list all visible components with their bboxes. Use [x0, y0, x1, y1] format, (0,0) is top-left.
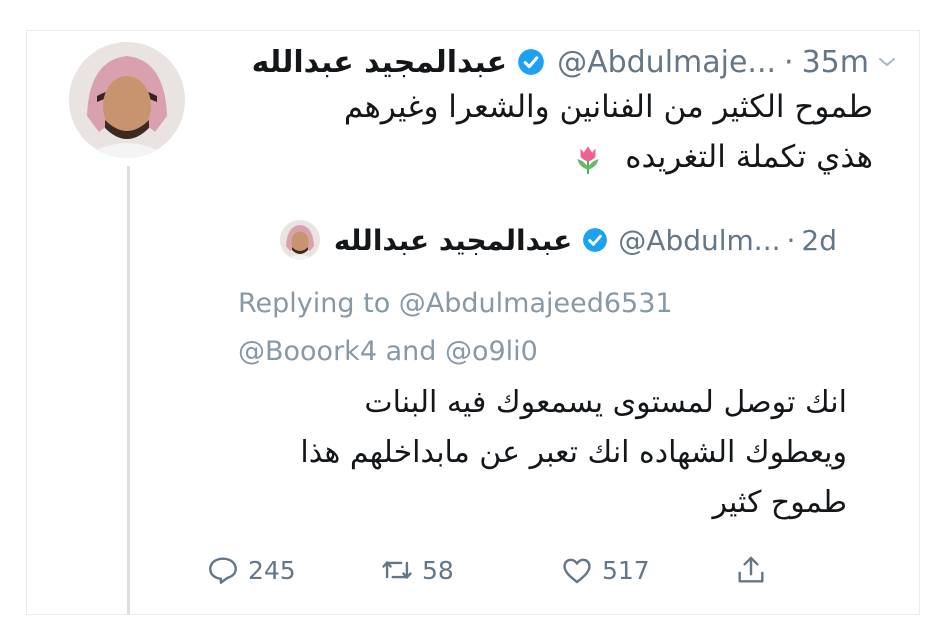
quoted-author-name[interactable]: عبدالمجيد عبدالله [334, 224, 572, 257]
retweet-button[interactable]: 58 [380, 553, 454, 587]
meta-separator: · [786, 223, 796, 257]
author-name[interactable]: عبدالمجيد عبدالله [252, 45, 507, 80]
replying-to: Replying to @Abdulmajeed6531 @Booork4 an… [238, 280, 858, 376]
tweet-text-line: طموح الكثير من الفنانين والشعرا وغيرهم [343, 89, 873, 125]
quoted-text-line: ويعطوك الشهاده انك تعبر عن مابداخلهم هذا [300, 435, 847, 470]
avatar-image [279, 220, 320, 260]
tulip-emoji-icon [577, 145, 599, 174]
chevron-down-icon[interactable] [875, 50, 899, 74]
tweet-timestamp[interactable]: 35m [802, 45, 869, 80]
quoted-author-handle[interactable]: @Abdulm... [618, 224, 780, 257]
like-icon [563, 558, 591, 584]
share-icon [738, 556, 764, 583]
action-bar: 245 58 517 [206, 548, 786, 592]
quoted-text-line: انك توصل لمستوى يسمعوك فيه البنات [364, 385, 847, 420]
tweet-text-line-content: هذي تكملة التغريده [625, 139, 873, 175]
quoted-tweet-header: عبدالمجيد عبدالله @Abdulm... · 2d [279, 218, 837, 262]
verified-badge-icon [518, 49, 544, 75]
tweet-text-line-2: هذي تكملة التغريده [233, 132, 873, 182]
replying-to-line[interactable]: Replying to @Abdulmajeed6531 [238, 280, 858, 328]
quoted-tweet-text: انك توصل لمستوى يسمعوك فيه البنات ويعطوك… [247, 378, 847, 528]
quoted-tweet-timestamp[interactable]: 2d [801, 224, 837, 257]
reply-count: 245 [248, 555, 296, 585]
thread-line [127, 166, 130, 614]
retweet-icon [382, 560, 412, 580]
tweet-header: عبدالمجيد عبدالله @Abdulmaje... · 35m [252, 38, 869, 86]
like-count: 517 [602, 555, 650, 585]
replying-to-mentions[interactable]: @Booork4 and @o9li0 [238, 328, 858, 376]
meta-separator: · [784, 44, 794, 80]
quoted-text-line: طموح كثير [712, 485, 847, 520]
share-button[interactable] [734, 553, 776, 587]
author-avatar[interactable] [69, 42, 185, 158]
retweet-count: 58 [422, 555, 454, 585]
quoted-author-avatar[interactable] [279, 220, 320, 260]
reply-button[interactable]: 245 [206, 553, 296, 587]
verified-badge-icon [583, 228, 608, 252]
avatar-image [69, 42, 185, 158]
like-button[interactable]: 517 [560, 553, 650, 587]
tweet-text: طموح الكثير من الفنانين والشعرا وغيرهم ه… [233, 82, 873, 182]
reply-icon [209, 557, 237, 584]
author-handle[interactable]: @Abdulmaje... [557, 45, 776, 80]
